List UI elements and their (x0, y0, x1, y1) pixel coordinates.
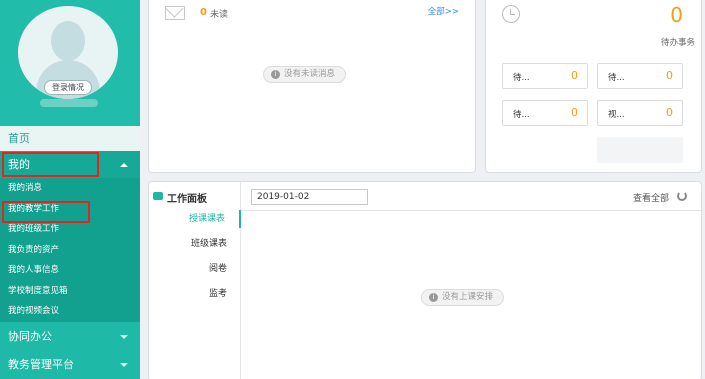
todo-item[interactable]: 待... 0 (502, 100, 588, 126)
tab-marking[interactable]: 阅卷 (149, 260, 241, 278)
todo-item[interactable]: 视... 0 (597, 100, 683, 126)
no-messages-pill: i 没有未读消息 (263, 66, 347, 83)
date-input[interactable]: 2019-01-02 (251, 189, 368, 205)
todo-card: 0 待办事务 待... 0 待... 0 待... 0 视... 0 (485, 0, 702, 173)
view-all-link[interactable]: 查看全部 (633, 191, 669, 204)
messages-card: 0 未读 全部>> i 没有未读消息 (148, 0, 476, 173)
tab-class-schedule[interactable]: 班级课表 (149, 235, 241, 253)
work-tabs: 工作面板 授课课表 班级课表 阅卷 监考 (149, 182, 241, 379)
submenu-my-hr[interactable]: 我的人事信息 (0, 260, 140, 281)
sidebar: 登录情况 首页 我的 我的消息 我的教学工作 我的班级工作 我负责的资产 我的人… (0, 0, 140, 379)
todo-item[interactable]: 待... 0 (597, 63, 683, 89)
unread-label: 未读 (210, 10, 229, 20)
todo-item-value: 0 (571, 69, 578, 82)
chevron-down-icon (120, 363, 128, 367)
submenu-suggestion-box[interactable]: 学校制度意见箱 (0, 281, 140, 302)
panel-icon (153, 192, 163, 200)
todo-item[interactable]: 待... 0 (502, 63, 588, 89)
user-name-blurred (40, 99, 98, 107)
tab-invigilation[interactable]: 监考 (149, 285, 241, 303)
submenu-my-assets[interactable]: 我负责的资产 (0, 240, 140, 261)
nav-group-edu[interactable]: 教务管理平台 (0, 351, 140, 378)
refresh-icon[interactable] (677, 191, 687, 201)
todo-item-label: 视... (608, 110, 625, 120)
todo-item-value: 0 (571, 106, 578, 119)
info-icon: i (429, 293, 438, 302)
login-status-button[interactable]: 登录情况 (44, 80, 92, 95)
nav-home[interactable]: 首页 (0, 126, 140, 151)
todo-count: 0 (670, 3, 683, 27)
no-classes-pill: i 没有上课安排 (421, 289, 505, 306)
nav-group-coop-label: 协同办公 (8, 330, 52, 343)
work-panel: 工作面板 授课课表 班级课表 阅卷 监考 2019-01-02 查看全部 i 没… (148, 181, 703, 379)
no-messages-text: 没有未读消息 (284, 69, 336, 79)
tab-teaching-schedule[interactable]: 授课课表 (149, 210, 241, 228)
divider (241, 210, 703, 211)
chevron-up-icon (120, 163, 128, 167)
todo-item-label: 待... (513, 73, 530, 83)
mail-icon (165, 6, 185, 20)
highlight-box-teaching (2, 201, 90, 223)
mine-submenu: 我的消息 我的教学工作 我的班级工作 我负责的资产 我的人事信息 学校制度意见箱… (0, 178, 140, 322)
info-icon: i (271, 70, 280, 79)
submenu-my-messages[interactable]: 我的消息 (0, 178, 140, 199)
profile-panel: 登录情况 (0, 0, 140, 126)
work-panel-title: 工作面板 (167, 194, 207, 205)
todo-item-label: 待... (513, 110, 530, 120)
chevron-down-icon (120, 335, 128, 339)
todo-item-value: 0 (666, 106, 673, 119)
todo-item-value: 0 (666, 69, 673, 82)
todo-item-label: 待... (608, 73, 625, 83)
nav-group-coop[interactable]: 协同办公 (0, 323, 140, 350)
alarm-clock-icon (502, 5, 520, 23)
all-messages-link[interactable]: 全部>> (428, 5, 459, 17)
nav-group-edu-label: 教务管理平台 (8, 358, 74, 371)
no-classes-text: 没有上课安排 (442, 292, 494, 302)
todo-placeholder (597, 137, 683, 163)
unread-count: 0 (200, 7, 207, 18)
todo-label: 待办事务 (660, 38, 695, 48)
submenu-my-video-meeting[interactable]: 我的视频会议 (0, 301, 140, 322)
avatar-head (51, 21, 85, 61)
highlight-box-mine (2, 152, 99, 177)
